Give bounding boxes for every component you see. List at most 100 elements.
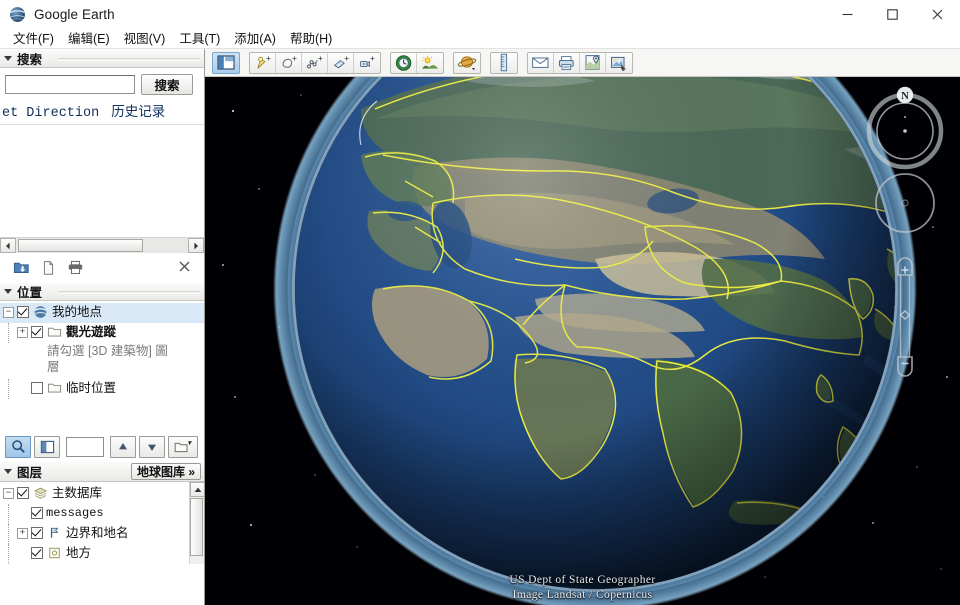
- layers-item-places[interactable]: 地方: [0, 544, 204, 564]
- ruler-button[interactable]: [490, 51, 518, 74]
- email-button[interactable]: [528, 52, 554, 73]
- earth-globe-icon: [34, 306, 47, 318]
- menu-file[interactable]: 文件(F): [6, 27, 61, 49]
- look-joystick-icon: [875, 173, 935, 233]
- checkbox[interactable]: [31, 547, 43, 559]
- minimize-button[interactable]: [825, 0, 870, 28]
- menu-add[interactable]: 添加(A): [227, 27, 283, 49]
- scroll-thumb[interactable]: [190, 498, 203, 556]
- chevron-left-icon: [6, 242, 10, 249]
- search-button[interactable]: 搜索: [141, 74, 193, 95]
- print-icon: [558, 55, 574, 70]
- layers-view-button[interactable]: [34, 435, 60, 458]
- svg-text:+: +: [318, 55, 323, 63]
- checkbox[interactable]: [31, 527, 43, 539]
- layers-filter-input[interactable]: [66, 436, 104, 457]
- globe[interactable]: [265, 77, 925, 605]
- svg-text:+: +: [370, 55, 375, 63]
- historical-imagery-button[interactable]: [391, 52, 417, 73]
- sunlight-button[interactable]: [417, 53, 443, 73]
- layers-filter-bar: [0, 431, 204, 461]
- checkbox[interactable]: [17, 487, 29, 499]
- tab-get-directions[interactable]: et Direction: [2, 106, 99, 121]
- folder-icon: [47, 383, 62, 393]
- menu-tools[interactable]: 工具(T): [172, 27, 227, 49]
- scroll-thumb[interactable]: [18, 239, 143, 252]
- expander-toggle[interactable]: −: [3, 307, 14, 318]
- layers-vertical-scrollbar[interactable]: [189, 482, 204, 564]
- folder-dropdown-icon: [174, 440, 192, 452]
- add-path-button[interactable]: +: [302, 52, 328, 73]
- places-item-my-places[interactable]: − 我的地点: [0, 303, 204, 323]
- earth-gallery-button[interactable]: 地球图库 »: [130, 463, 201, 480]
- checkbox[interactable]: [17, 306, 29, 318]
- tab-history[interactable]: 历史记录: [111, 100, 165, 120]
- checkbox[interactable]: [31, 382, 43, 394]
- arrow-down-icon: [148, 444, 156, 451]
- filter-next-button[interactable]: [139, 435, 165, 458]
- save-image-icon: [611, 56, 626, 71]
- search-panel-header[interactable]: 搜索: [0, 49, 204, 68]
- close-icon: [932, 9, 943, 19]
- planet-switch-button[interactable]: [453, 51, 481, 74]
- print-icon: [68, 260, 83, 275]
- magnifier-icon: [11, 440, 25, 453]
- search-input[interactable]: [5, 75, 135, 94]
- layers-tree-container: − 主数据库 messages + 边界和地名 地方: [0, 482, 204, 564]
- toggle-sidebar-button[interactable]: [212, 51, 240, 74]
- layers-item-messages[interactable]: messages: [0, 504, 204, 524]
- svg-text:+: +: [266, 55, 271, 63]
- layers-item-label: 主数据库: [52, 486, 103, 500]
- save-to-my-places-button[interactable]: [8, 257, 35, 279]
- copy-icon: [43, 260, 54, 275]
- view-in-maps-button[interactable]: [580, 52, 606, 73]
- places-item-temporary[interactable]: 临时位置: [0, 379, 204, 399]
- layers-item-primary-database[interactable]: − 主数据库: [0, 484, 204, 504]
- menu-help[interactable]: 帮助(H): [283, 27, 339, 49]
- scroll-left-button[interactable]: [0, 238, 16, 253]
- add-placemark-button[interactable]: +: [250, 52, 276, 73]
- places-item-label: 临时位置: [66, 381, 117, 395]
- layers-item-borders-labels[interactable]: + 边界和地名: [0, 524, 204, 544]
- expander-toggle[interactable]: −: [3, 488, 14, 499]
- places-panel-header[interactable]: 位置: [0, 282, 204, 301]
- add-image-overlay-button[interactable]: +: [328, 52, 354, 73]
- layers-search-button[interactable]: [5, 435, 31, 458]
- layers-tree: − 主数据库 messages + 边界和地名 地方: [0, 482, 204, 564]
- scroll-up-button[interactable]: [190, 482, 204, 497]
- print-places-button[interactable]: [62, 257, 89, 279]
- places-toolbar: [0, 253, 204, 282]
- map-viewport[interactable]: US Dept of State Geographer Image Landsa…: [205, 77, 960, 605]
- record-tour-button[interactable]: +: [354, 53, 380, 73]
- scroll-right-button[interactable]: [188, 238, 204, 253]
- close-places-panel-button[interactable]: [175, 257, 193, 275]
- search-horizontal-scrollbar[interactable]: [0, 237, 204, 253]
- layers-folder-dropdown-button[interactable]: [168, 435, 198, 458]
- chevron-up-icon: [194, 487, 201, 492]
- menu-view[interactable]: 视图(V): [117, 27, 173, 49]
- maximize-button[interactable]: [870, 0, 915, 28]
- filter-previous-button[interactable]: [110, 435, 136, 458]
- print-button[interactable]: [554, 52, 580, 73]
- sidebar-toggle-icon: [217, 55, 235, 70]
- close-button[interactable]: [915, 0, 960, 28]
- database-layers-icon: [34, 487, 47, 499]
- add-features-group: + + + + +: [249, 51, 381, 74]
- expander-toggle[interactable]: +: [17, 528, 28, 539]
- save-image-button[interactable]: [606, 53, 632, 73]
- copy-button[interactable]: [35, 257, 62, 279]
- checkbox[interactable]: [31, 326, 43, 338]
- menu-edit[interactable]: 编辑(E): [61, 27, 117, 49]
- layers-panel-header[interactable]: 图层 地球图库 »: [0, 461, 204, 482]
- add-placemark-icon: +: [256, 55, 271, 69]
- places-item-tour[interactable]: + 觀光遊蹤: [0, 323, 204, 343]
- record-tour-icon: +: [360, 55, 375, 67]
- chevron-right-icon: [194, 242, 198, 249]
- expander-toggle[interactable]: +: [17, 327, 28, 338]
- checkbox[interactable]: [31, 507, 43, 519]
- window-controls: [825, 0, 960, 28]
- navigation-controls[interactable]: N: [862, 83, 948, 393]
- add-polygon-button[interactable]: +: [276, 52, 302, 73]
- scroll-track[interactable]: [16, 238, 188, 253]
